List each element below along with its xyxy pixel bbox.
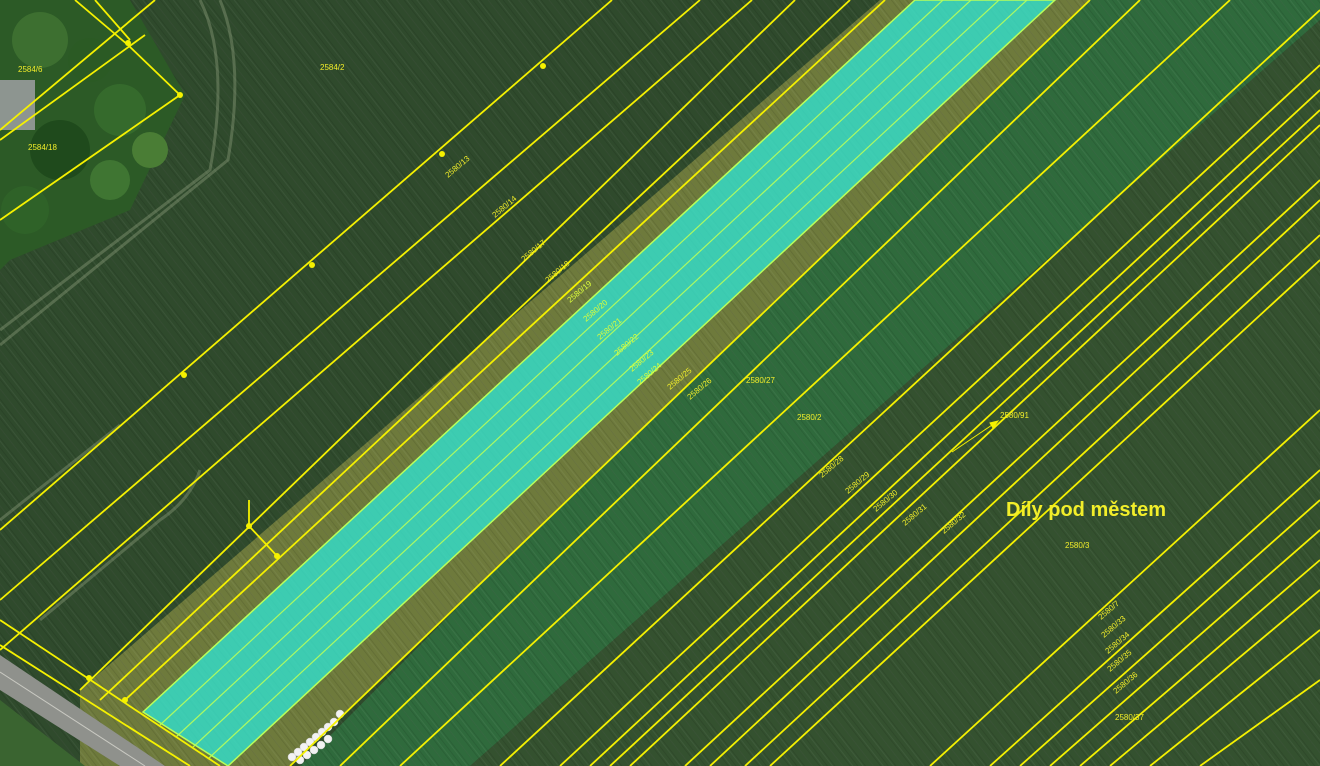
parcel-label-2580-27[interactable]: 2580/27 (746, 376, 775, 385)
parcel-label-2584-6[interactable]: 2584/6 (18, 65, 43, 74)
parcel-label-2580-37[interactable]: 2580/37 (1115, 713, 1144, 722)
parcel-label-2580-2[interactable]: 2580/2 (797, 413, 822, 422)
parcel-label-2580-91[interactable]: 2580/91 (1000, 411, 1029, 420)
locality-name: Díly pod městem (1006, 499, 1166, 521)
map-canvas[interactable]: 2584/22584/62584/182580/132580/142580/17… (0, 0, 1320, 766)
parcel-label-2580-3[interactable]: 2580/3 (1065, 541, 1090, 550)
cadastral-map[interactable]: 2584/2 2584/6 2584/18 2580/13 2580/14 2580/17… (0, 0, 1320, 766)
parcel-label-2584-2[interactable]: 2584/2 (320, 63, 345, 72)
parcel-label-2584-18[interactable]: 2584/18 (28, 143, 57, 152)
